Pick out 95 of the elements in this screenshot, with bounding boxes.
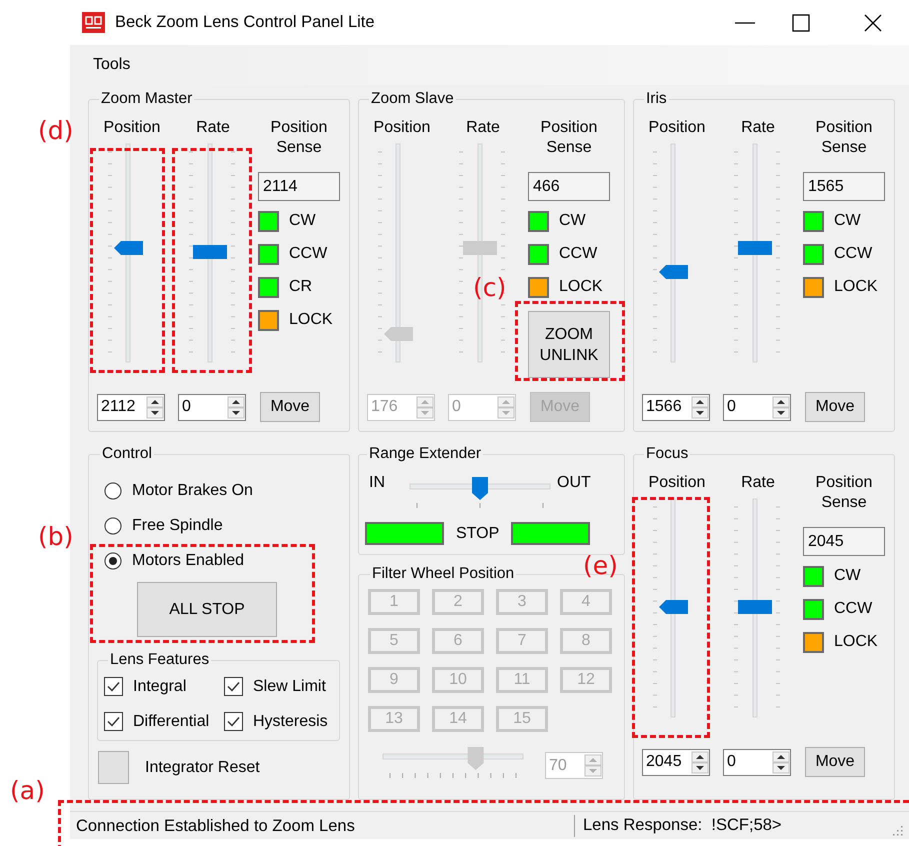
annotation-label: (b) [38, 522, 74, 552]
radio-label: Motor Brakes On [132, 482, 253, 500]
column-header: Rate [741, 473, 775, 493]
column-header: Rate [196, 118, 230, 138]
checkbox-label: Differential [133, 712, 210, 730]
status-text: Lens Response: !SCF;58> [582, 816, 783, 835]
column-header: Position [374, 118, 430, 138]
group-title: Lens Features [109, 651, 210, 669]
group-title: Filter Wheel Position [371, 565, 516, 583]
slider-thumb[interactable] [114, 241, 143, 255]
annotation-label: (a) [10, 776, 45, 806]
indicator-label: CR [289, 278, 312, 296]
indicator-label: CW [289, 212, 316, 230]
spin-arrows-icon [416, 396, 434, 418]
group-title: Zoom Slave [370, 90, 455, 108]
stop-label: STOP [456, 524, 500, 542]
indicator-label: CW [834, 212, 861, 230]
button-label: Integrator Reset [145, 758, 260, 776]
indicator-label: CCW [289, 245, 328, 263]
slider-thumb[interactable] [738, 600, 772, 614]
column-header: Position Sense [814, 118, 874, 158]
radio-label: Motors Enabled [132, 552, 244, 570]
maximize-icon [792, 14, 810, 32]
radio-button[interactable] [104, 482, 122, 500]
spin-arrows-icon [227, 396, 245, 418]
checkbox-label: Slew Limit [253, 678, 326, 696]
radio-button[interactable] [104, 552, 122, 570]
group-title: Range Extender [368, 445, 482, 463]
menu-item[interactable]: Tools [93, 56, 130, 74]
column-header: Position Sense [270, 118, 328, 158]
position-readout: 1565 [803, 172, 885, 201]
resize-grip-icon [891, 824, 903, 836]
spin-arrows-icon [691, 750, 709, 774]
position-spin-field[interactable]: 1566 [642, 394, 710, 420]
indicator-label: CCW [834, 245, 872, 263]
move-button[interactable]: Move [805, 747, 865, 777]
annotation-label: (e) [583, 551, 618, 581]
group-title: Iris [645, 90, 668, 108]
all-stop-button[interactable]: ALL STOP [137, 582, 277, 637]
indicator-label: CW [559, 212, 586, 230]
column-header: Position Sense [814, 473, 874, 513]
slider-thumb[interactable] [472, 477, 488, 500]
group-title: Control [101, 445, 153, 463]
indicator-label: CCW [834, 600, 872, 618]
annotation-label: (d) [38, 116, 74, 146]
column-header: Rate [466, 118, 500, 138]
checkbox-label: Hysteresis [253, 712, 328, 730]
checkbox[interactable] [224, 677, 243, 696]
column-header: Position [648, 118, 706, 138]
checkbox-label: Integral [133, 678, 186, 696]
radio-button[interactable] [104, 516, 122, 534]
checkbox[interactable] [104, 677, 123, 696]
column-header: Rate [741, 118, 775, 138]
spin-arrows-icon [772, 396, 790, 418]
spin-arrows-icon [691, 396, 709, 418]
position-readout: 2114 [258, 172, 340, 201]
slider-thumb[interactable] [738, 241, 772, 255]
spin-arrows-icon [146, 396, 164, 418]
spin-arrows-icon [584, 754, 602, 777]
column-header: Position Sense [540, 118, 598, 158]
slider-thumb[interactable] [193, 245, 227, 259]
position-spin-field[interactable]: 2112 [97, 394, 165, 420]
slider-thumb[interactable] [659, 600, 688, 614]
window-title: Beck Zoom Lens Control Panel Lite [115, 13, 376, 32]
column-header: Position [104, 118, 160, 138]
rate-spin-field[interactable]: 0 [723, 394, 791, 420]
spin-arrows-icon [497, 396, 515, 418]
move-button[interactable]: Move [805, 392, 865, 422]
indicator-label: CCW [559, 245, 598, 263]
status-text: Connection Established to Zoom Lens [70, 814, 575, 836]
indicator-label: CW [834, 567, 861, 585]
move-button[interactable]: Move [260, 392, 320, 422]
slider-end-label: IN [369, 473, 385, 493]
column-header: Position [648, 473, 706, 493]
close-icon [864, 14, 882, 32]
slider-end-label: OUT [557, 473, 591, 493]
indicator-label: LOCK [834, 633, 878, 651]
position-readout: 2045 [803, 527, 885, 556]
indicator-label: LOCK [289, 311, 333, 329]
indicator-label: LOCK [834, 278, 878, 296]
indicator-label: LOCK [559, 278, 603, 296]
group-title: Focus [645, 445, 690, 463]
group-title: Zoom Master [100, 90, 194, 108]
position-readout: 466 [528, 172, 610, 201]
minimize-icon [735, 22, 755, 24]
rate-spin-field[interactable]: 0 [178, 394, 246, 420]
checkbox[interactable] [224, 712, 243, 731]
app-logo-icon [82, 12, 105, 33]
annotation-label: (c) [473, 273, 506, 303]
position-spin-field[interactable]: 2045 [642, 748, 710, 776]
spin-arrows-icon [772, 750, 790, 774]
rate-spin-field[interactable]: 0 [723, 748, 791, 776]
slider-thumb[interactable] [659, 265, 688, 279]
radio-label: Free Spindle [132, 516, 223, 534]
checkbox[interactable] [104, 712, 123, 731]
